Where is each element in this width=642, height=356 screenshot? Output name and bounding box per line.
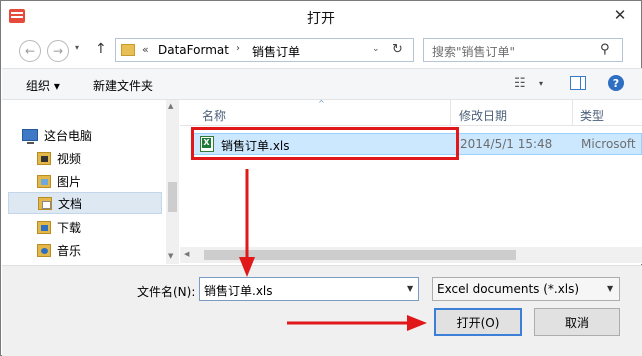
open-file-dialog: 打开 ✕ ← → ▾ ↑ « DataFormat › 销售订单 ⌄ ↻ 搜索"… [0,0,642,356]
annotation-arrows [239,169,427,331]
arrow-down-head [239,257,255,277]
arrow-right-head [407,315,427,331]
